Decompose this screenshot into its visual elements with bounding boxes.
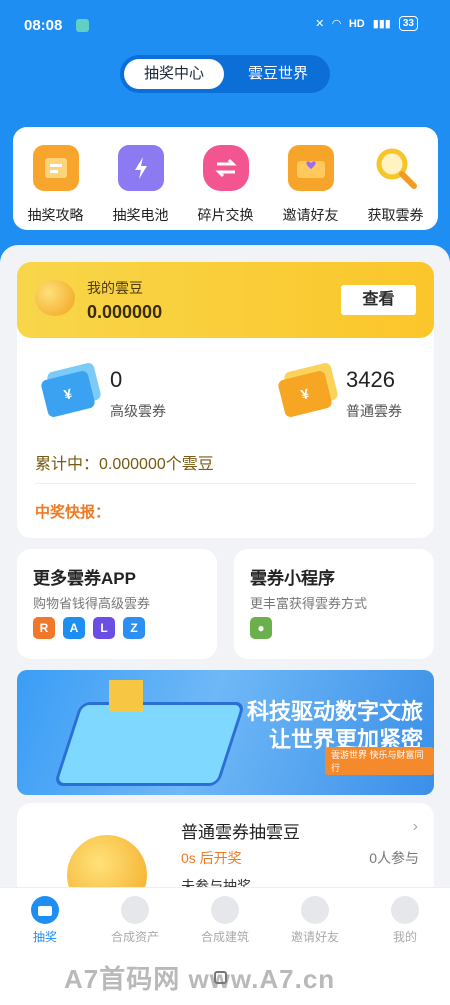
menu-label: 抽奖电池 <box>112 207 169 223</box>
center-switcher: 抽奖中心 雲豆世界 <box>120 55 330 93</box>
tab-label: 合成建筑 <box>200 930 249 944</box>
profile-tab-icon <box>391 896 419 924</box>
more-apps-card[interactable]: 更多雲券APP 购物省钱得高级雲券 R A L Z <box>17 549 217 659</box>
bottom-tab-bar: 抽奖 合成资产 合成建筑 邀请好友 我的 <box>0 887 450 949</box>
app-l-icon[interactable]: L <box>93 617 115 639</box>
senior-ticket-count: 0 <box>110 367 123 392</box>
normal-ticket-count: 3426 <box>346 367 395 392</box>
watermark: A7首码网 www.A7.cn <box>64 964 336 994</box>
tab-label: 合成资产 <box>110 930 159 944</box>
mini-program-icon[interactable]: ● <box>250 617 272 639</box>
tab-profile[interactable]: 我的 <box>360 888 450 949</box>
winning-news-label: 中奖快报： <box>35 504 111 521</box>
envelope-icon <box>287 145 334 191</box>
building-tab-icon <box>211 896 239 924</box>
normal-ticket-icon: ¥ <box>277 361 341 419</box>
system-nav-bar: A7首码网 www.A7.cn <box>0 949 450 1005</box>
cloud-bean-card: 我的雲豆 0.000000 查看 ¥ 0 高级雲券 ¥ 3426 普通雲券 累计… <box>17 262 434 538</box>
menu-label: 抽奖攻略 <box>27 207 84 223</box>
tab-label: 我的 <box>392 930 417 944</box>
app-r-icon[interactable]: R <box>33 617 55 639</box>
home-button[interactable] <box>214 971 227 984</box>
magnifier-icon <box>373 145 419 191</box>
tab-cloud-world[interactable]: 雲豆世界 <box>230 59 326 89</box>
status-bar: 08:08 ✕ ◠ HD ▮▮▮ 33 <box>0 0 450 50</box>
tab-lottery-center[interactable]: 抽奖中心 <box>124 59 224 89</box>
menu-label: 获取雲券 <box>367 207 424 223</box>
senior-ticket-icon: ¥ <box>40 361 104 419</box>
menu-label: 碎片交换 <box>197 207 254 223</box>
app-z-icon[interactable]: Z <box>123 617 145 639</box>
app-notification-icon <box>76 19 89 32</box>
status-time: 08:08 <box>24 17 63 34</box>
hd-icon: HD <box>348 17 365 30</box>
tab-label: 邀请好友 <box>290 930 339 944</box>
lottery-title: 普通雲券抽雲豆 <box>181 823 300 842</box>
building-illustration <box>109 680 143 712</box>
signal-icon: ▮▮▮ <box>372 18 391 30</box>
tab-lottery[interactable]: 抽奖 <box>0 888 90 949</box>
menu-item-invite[interactable]: 邀请好友 <box>271 145 351 230</box>
accumulated-beans: 累计中：0.000000个雲豆 <box>35 456 214 473</box>
battery-icon <box>117 145 164 191</box>
guide-icon <box>32 145 79 191</box>
tab-buildings[interactable]: 合成建筑 <box>180 888 270 949</box>
invite-tab-icon <box>301 896 329 924</box>
more-apps-title: 更多雲券APP <box>33 569 136 588</box>
mute-icon: ✕ <box>315 18 325 30</box>
exchange-icon <box>202 145 249 191</box>
menu-item-battery[interactable]: 抽奖电池 <box>101 145 181 230</box>
senior-ticket-label: 高级雲券 <box>110 403 166 419</box>
normal-ticket-label: 普通雲券 <box>346 403 402 419</box>
battery-icon: 33 <box>398 16 418 31</box>
menu-item-guide[interactable]: 抽奖攻略 <box>16 145 96 230</box>
menu-item-exchange[interactable]: 碎片交换 <box>186 145 266 230</box>
divider <box>35 483 416 484</box>
menu-item-get-coupons[interactable]: 获取雲券 <box>356 145 436 230</box>
mini-program-title: 雲券小程序 <box>250 569 335 588</box>
lottery-countdown: 0s 后开奖 <box>181 850 242 866</box>
view-button[interactable]: 查看 <box>341 285 416 315</box>
promo-banner[interactable]: 科技驱动数字文旅 让世界更加紧密 雲游世界 快乐与财富同行 <box>17 670 434 795</box>
status-icons: ✕ ◠ HD ▮▮▮ 33 <box>315 16 418 31</box>
menu-label: 邀请好友 <box>282 207 339 223</box>
bean-value: 0.000000 <box>87 302 163 322</box>
bean-title: 我的雲豆 <box>87 280 143 296</box>
quick-menu: 抽奖攻略 抽奖电池 碎片交换 邀请好友 获取雲券 <box>13 127 438 230</box>
mini-program-subtitle: 更丰富获得雲券方式 <box>250 596 368 611</box>
lottery-participants: 0人参与 <box>369 850 419 866</box>
wifi-icon: ◠ <box>332 18 341 30</box>
bean-icon <box>35 280 75 316</box>
bean-balance-header: 我的雲豆 0.000000 查看 <box>17 262 434 338</box>
tab-invite[interactable]: 邀请好友 <box>270 888 360 949</box>
asset-tab-icon <box>121 896 149 924</box>
more-apps-subtitle: 购物省钱得高级雲券 <box>33 596 151 611</box>
tab-assets[interactable]: 合成资产 <box>90 888 180 949</box>
tab-label: 抽奖 <box>32 930 57 944</box>
app-a-icon[interactable]: A <box>63 617 85 639</box>
chevron-right-icon: › <box>412 818 418 835</box>
banner-tag: 雲游世界 快乐与财富同行 <box>325 747 434 775</box>
phone-illustration <box>53 702 246 786</box>
lottery-tab-icon <box>31 896 59 924</box>
mini-program-card[interactable]: 雲券小程序 更丰富获得雲券方式 ● <box>234 549 434 659</box>
